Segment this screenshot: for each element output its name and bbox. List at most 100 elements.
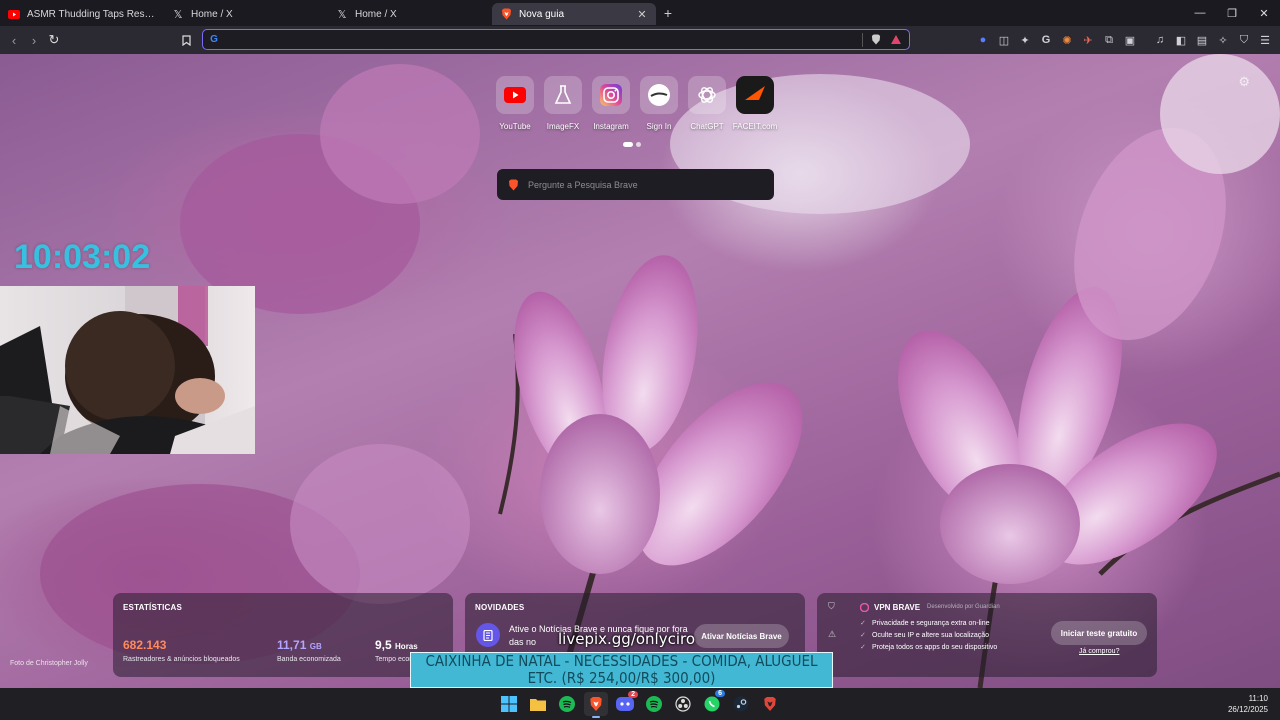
search-input[interactable] [528,179,774,190]
wallet-icon[interactable]: ▤ [1193,30,1211,50]
customize-gear-icon[interactable]: ⚙ [1238,74,1250,90]
top-site-label: YouTube [499,122,531,131]
youtube-icon [8,8,20,20]
faceit-icon [736,76,774,114]
brave-browser-icon[interactable] [584,692,608,718]
news-heading: NOVIDADES [475,603,525,612]
top-site-imagefx[interactable]: ImageFX [543,76,583,131]
vpn-title-text: VPN BRAVE [874,603,921,612]
shield-icon[interactable]: ⛉ [828,601,835,612]
top-site-instagram[interactable]: Instagram [591,76,631,131]
top-site-chatgpt[interactable]: ChatGPT [687,76,727,131]
stat-value: 9,5 [375,638,392,652]
vpn-feature: Privacidade e segurança extra on-line [860,619,997,627]
minimize-icon[interactable]: — [1184,0,1216,26]
stat-value: 682.143 [123,638,167,652]
system-tray-clock[interactable]: 11:10 26/12/2025 [1228,693,1268,715]
whatsapp-badge: 6 [715,690,725,697]
top-site-label: ImageFX [546,122,580,131]
discord-icon[interactable]: 2 [613,691,638,716]
taskbar-apps: 2 6 [497,690,782,718]
brave-search-box[interactable] [497,169,774,200]
stats-card: ESTATÍSTICAS 682.143 Rastreadores & anún… [113,593,453,677]
stat-desc: Banda economizada [277,656,341,663]
taskbar: 2 6 11:10 26/12/2025 [0,688,1280,720]
webcam-overlay [0,286,255,454]
forward-icon[interactable]: › [24,30,44,50]
pager-dot[interactable] [636,142,641,147]
discord-badge: 2 [628,691,638,698]
spotify-icon[interactable] [555,692,579,716]
news-icon [476,623,500,647]
extension-6-icon[interactable]: ✈ [1079,30,1097,50]
extension-5-icon[interactable]: ✺ [1058,30,1076,50]
obs-icon[interactable] [671,692,695,716]
menu-icon[interactable]: ☰ [1256,30,1274,50]
screenshot-icon[interactable]: ▣ [1121,30,1139,50]
chatgpt-icon [688,76,726,114]
stat-trackers: 682.143 Rastreadores & anúncios bloquead… [123,638,240,663]
music-icon[interactable]: ♫ [1151,30,1169,50]
brave-beta-icon[interactable] [758,692,782,716]
vpn-icon[interactable]: ⛉ [1235,30,1253,50]
vpn-developed-by: Desenvolvido por Guardian [927,604,1000,610]
photo-credit[interactable]: Foto de Christopher Jolly [10,660,88,667]
brave-rewards-icon[interactable] [889,35,903,44]
start-trial-button[interactable]: Iniciar teste gratuito [1051,621,1147,645]
vpn-feature: Proteja todos os apps do seu dispositivo [860,643,997,651]
tab-youtube[interactable]: ASMR Thudding Taps Resonating in [0,3,164,25]
pager-dot-active[interactable] [623,142,633,147]
toolbar: ‹ › ↻ G ● ◫ ✦ G ✺ ✈ ⧉ ▣ ♫ ◧ ▤ ✧ ⛉ ☰ [0,26,1280,54]
tab-new-tab[interactable]: Nova guia ✕ [492,3,656,25]
x-icon: 𝕏 [173,8,183,21]
reload-icon[interactable]: ↻ [44,30,64,50]
bookmark-icon[interactable] [176,30,196,50]
enable-news-button[interactable]: Ativar Notícias Brave [694,624,789,648]
back-icon[interactable]: ‹ [4,30,24,50]
already-purchased-link[interactable]: Já comprou? [1079,648,1119,655]
stats-heading: ESTATÍSTICAS [123,603,182,612]
top-sites: YouTube ImageFX Instagram Sign In ChatGP… [495,76,777,131]
windows-start-icon[interactable] [497,692,521,716]
vpn-logo-icon [860,603,869,612]
restore-icon[interactable]: ❐ [1216,0,1248,26]
google-icon: G [210,34,218,45]
file-explorer-icon[interactable] [526,692,550,716]
clock-overlay: 10:03:02 [14,238,151,276]
top-site-label: ChatGPT [690,122,724,131]
url-input[interactable] [221,30,862,49]
extension-3-icon[interactable]: ✦ [1016,30,1034,50]
new-tab-page: ⚙ YouTube ImageFX Instagram Sign In Chat… [0,54,1280,688]
sidebar-icon[interactable]: ◧ [1172,30,1190,50]
extension-2-icon[interactable]: ◫ [995,30,1013,50]
instagram-icon [592,76,630,114]
whatsapp-icon[interactable]: 6 [700,690,725,716]
top-site-faceit[interactable]: FACEIT.com [733,76,777,131]
warning-icon[interactable]: ⚠ [828,629,836,640]
tab-x-1[interactable]: 𝕏 Home / X [164,3,328,25]
spotify-2-icon[interactable] [642,692,666,716]
grammarly-icon[interactable]: G [1037,30,1055,50]
person-image [0,286,255,454]
leo-ai-icon[interactable]: ✧ [1214,30,1232,50]
extensions-bar: ● ◫ ✦ G ✺ ✈ ⧉ ▣ ♫ ◧ ▤ ✧ ⛉ ☰ [974,30,1274,50]
close-tab-icon[interactable]: ✕ [636,8,648,21]
top-site-label: Instagram [593,122,629,131]
top-site-signin[interactable]: Sign In [639,76,679,131]
tray-date: 26/12/2025 [1227,705,1268,714]
top-sites-pager[interactable] [623,142,641,147]
steam-icon[interactable] [729,692,753,716]
puzzle-icon[interactable]: ⧉ [1100,30,1118,50]
top-site-youtube[interactable]: YouTube [495,76,535,131]
livepix-overlay: livepix.gg/onlyciro [558,630,696,648]
extension-1-icon[interactable]: ● [974,30,992,50]
tab-x-2[interactable]: 𝕏 Home / X [328,3,492,25]
vpn-title: VPN BRAVE [860,603,920,612]
tab-title: ASMR Thudding Taps Resonating in [27,8,156,20]
address-bar[interactable]: G [202,29,910,50]
brave-shields-icon[interactable] [869,34,883,45]
new-tab-button[interactable]: + [658,5,678,21]
close-window-icon[interactable]: ✕ [1248,0,1280,26]
donation-banner: CAIXINHA DE NATAL - NECESSIDADES - COMID… [410,652,833,688]
